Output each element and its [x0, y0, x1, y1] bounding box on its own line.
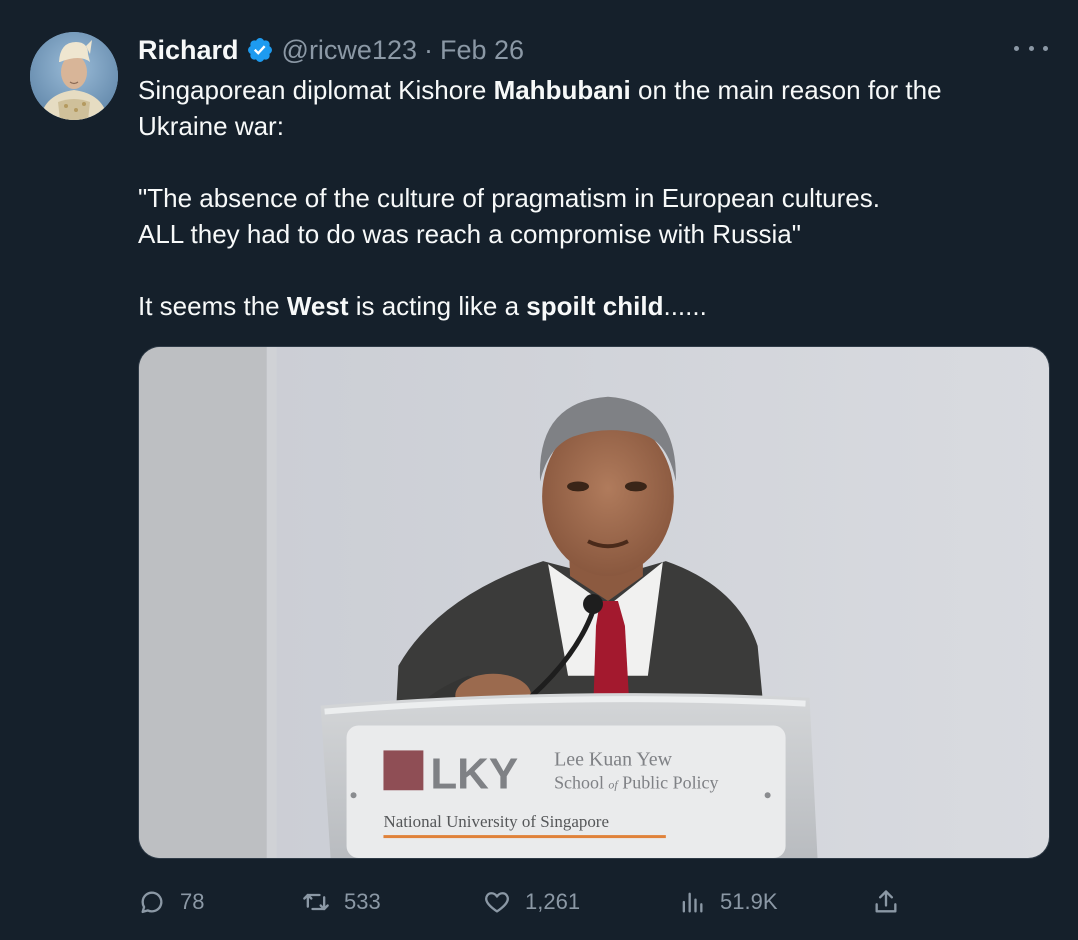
tweet-media-video[interactable]: LKY Lee Kuan Yew School of Public Policy…: [138, 346, 1050, 859]
heart-icon: [485, 892, 509, 913]
dot: [1028, 45, 1034, 51]
author-handle[interactable]: @ricwe123: [282, 35, 417, 66]
podium-university: National University of Singapore: [383, 812, 609, 831]
retweet-icon: [303, 893, 329, 911]
retweet-button[interactable]: 533: [302, 888, 381, 916]
dot: [1043, 45, 1048, 51]
bold-text: Mahbubani: [493, 75, 631, 105]
tweet-actions: 78 533 1,261 51.9K: [138, 880, 918, 924]
more-options-icon[interactable]: [1014, 38, 1048, 58]
podium-school-subtitle: School of Public Policy: [554, 772, 718, 792]
dot: [1014, 45, 1019, 51]
text-span: ......: [663, 291, 707, 321]
verified-badge-icon[interactable]: [246, 36, 274, 64]
views-chart-icon: [682, 892, 703, 913]
text-span: Singaporean diplomat Kishore: [138, 75, 494, 105]
tweet: Richard @ricwe123 · Feb 26 Singaporean d…: [0, 0, 1078, 940]
tweet-header: Richard @ricwe123 · Feb 26: [138, 32, 524, 68]
share-icon: [875, 890, 897, 913]
text-span: is acting like a: [348, 291, 527, 321]
video-frame: LKY Lee Kuan Yew School of Public Policy…: [139, 347, 1049, 858]
tweet-paragraph-1: Singaporean diplomat Kishore Mahbubani o…: [138, 72, 1038, 144]
views-count: 51.9K: [720, 889, 778, 914]
tweet-date[interactable]: Feb 26: [440, 35, 524, 66]
reply-icon: [141, 891, 163, 914]
tweet-quote-line-1: "The absence of the culture of pragmatis…: [138, 183, 880, 213]
tweet-text: Singaporean diplomat Kishore Mahbubani o…: [138, 72, 1038, 324]
header-separator: ·: [424, 34, 433, 65]
text-span: It seems the: [138, 291, 287, 321]
podium-school-name: Lee Kuan Yew: [554, 748, 673, 770]
like-count: 1,261: [525, 889, 581, 914]
podium-logo: LKY: [430, 749, 518, 798]
reply-count: 78: [180, 889, 205, 914]
reply-button[interactable]: 78: [138, 888, 204, 916]
tweet-paragraph-3: It seems the West is acting like a spoil…: [138, 288, 1038, 324]
author-name[interactable]: Richard: [138, 35, 239, 66]
avatar[interactable]: [30, 32, 118, 120]
views-button[interactable]: 51.9K: [678, 888, 778, 916]
portrait-avatar-icon: [30, 32, 118, 120]
bold-text: West: [286, 291, 349, 321]
bold-text: spoilt child: [526, 291, 664, 321]
like-button[interactable]: 1,261: [483, 888, 580, 916]
share-button[interactable]: [872, 888, 900, 916]
retweet-count: 533: [344, 889, 381, 914]
tweet-quote-line-2: ALL they had to do was reach a compromis…: [138, 219, 801, 249]
